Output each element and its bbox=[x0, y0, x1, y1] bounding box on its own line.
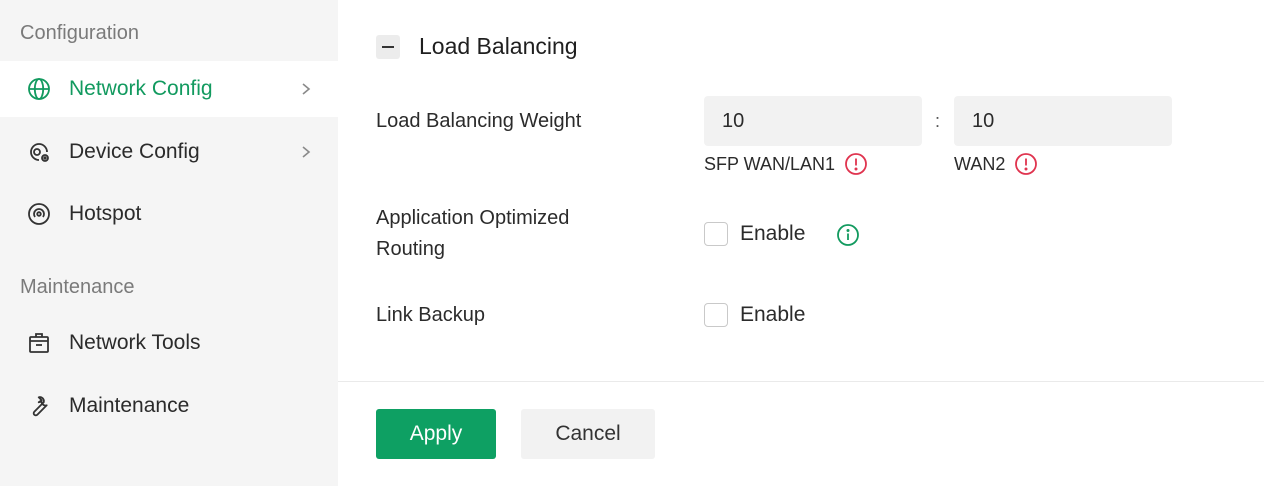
app-routing-enable-label[interactable]: Enable bbox=[740, 222, 805, 246]
app-window: Configuration Network Config Device Conf… bbox=[0, 0, 1264, 486]
weight-separator: : bbox=[935, 111, 941, 131]
sidebar-item-device-config[interactable]: Device Config bbox=[0, 124, 338, 180]
link-backup-label: Link Backup bbox=[376, 304, 485, 326]
app-routing-label-line2: Routing bbox=[376, 238, 445, 260]
toolbox-icon bbox=[27, 331, 51, 355]
main-panel: Load Balancing Load Balancing Weight : S… bbox=[338, 0, 1264, 486]
app-routing-enable-checkbox[interactable] bbox=[704, 222, 728, 246]
sidebar-item-label: Network Tools bbox=[69, 331, 201, 354]
link-backup-enable-checkbox[interactable] bbox=[704, 303, 728, 327]
sidebar: Configuration Network Config Device Conf… bbox=[0, 0, 338, 486]
link-backup-enable-label[interactable]: Enable bbox=[740, 303, 805, 327]
wan1-label-text: SFP WAN/LAN1 bbox=[704, 153, 836, 174]
hotspot-icon bbox=[27, 202, 51, 226]
sidebar-item-label: Maintenance bbox=[69, 394, 190, 417]
sidebar-section-maintenance: Maintenance bbox=[20, 276, 135, 298]
sidebar-item-network-config[interactable]: Network Config bbox=[0, 61, 338, 117]
wan1-port-label: SFP WAN/LAN1 bbox=[704, 152, 868, 176]
warning-icon[interactable] bbox=[844, 152, 868, 176]
app-optimized-routing-label: Application Optimized Routing bbox=[376, 203, 569, 265]
wan2-label-text: WAN2 bbox=[954, 153, 1006, 174]
footer-divider bbox=[338, 381, 1264, 382]
sidebar-item-hotspot[interactable]: Hotspot bbox=[0, 186, 338, 242]
sidebar-section-configuration: Configuration bbox=[20, 22, 139, 44]
wan2-weight-input[interactable] bbox=[954, 96, 1172, 146]
sidebar-item-label: Network Config bbox=[69, 77, 213, 100]
collapse-section-button[interactable] bbox=[376, 35, 400, 59]
sidebar-item-maintenance[interactable]: Maintenance bbox=[0, 378, 338, 434]
chevron-right-icon bbox=[302, 83, 311, 95]
app-routing-label-line1: Application Optimized bbox=[376, 207, 570, 229]
sidebar-item-label: Hotspot bbox=[69, 202, 142, 225]
info-icon[interactable] bbox=[836, 223, 860, 247]
cancel-button[interactable]: Cancel bbox=[521, 409, 655, 459]
wan2-port-label: WAN2 bbox=[954, 152, 1038, 176]
warning-icon[interactable] bbox=[1014, 152, 1038, 176]
load-balancing-weight-label: Load Balancing Weight bbox=[376, 110, 582, 132]
minus-icon bbox=[382, 46, 394, 48]
section-title: Load Balancing bbox=[419, 33, 578, 59]
globe-icon bbox=[27, 77, 51, 101]
sidebar-item-network-tools[interactable]: Network Tools bbox=[0, 315, 338, 371]
wrench-icon bbox=[27, 394, 51, 418]
apply-button[interactable]: Apply bbox=[376, 409, 496, 459]
sidebar-item-label: Device Config bbox=[69, 140, 200, 163]
chevron-right-icon bbox=[302, 146, 311, 158]
device-settings-icon bbox=[27, 140, 51, 164]
wan1-weight-input[interactable] bbox=[704, 96, 922, 146]
